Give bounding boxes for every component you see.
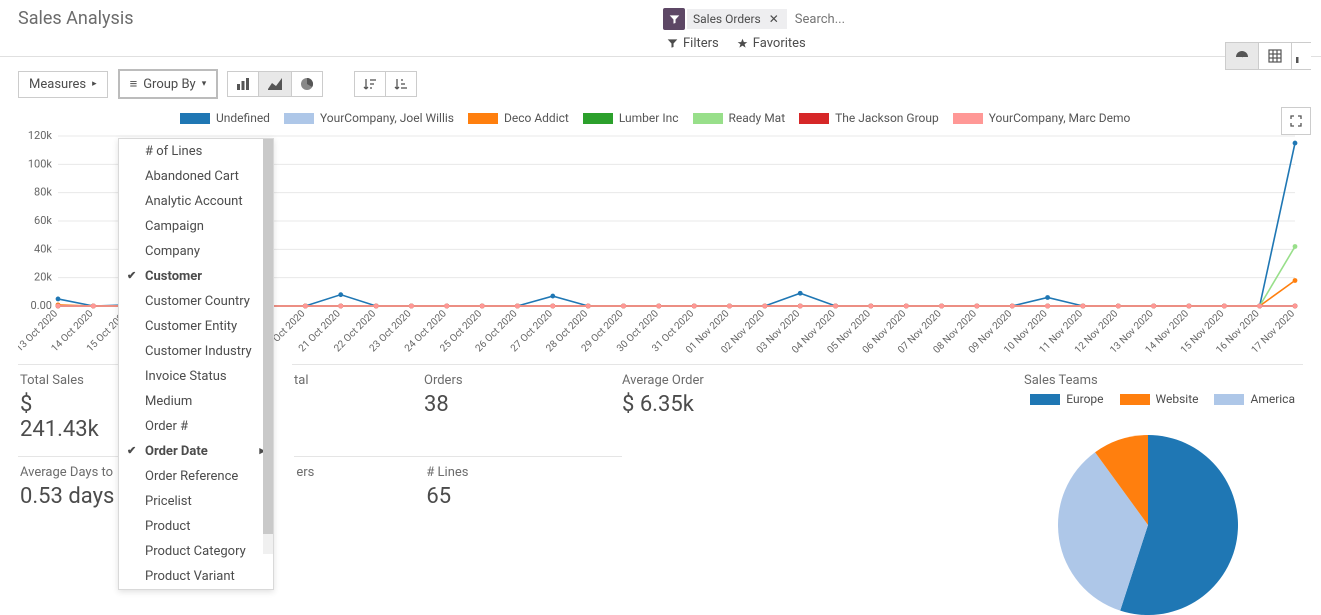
groupby-option[interactable]: Order # (119, 414, 273, 439)
svg-text:0.00: 0.00 (31, 299, 52, 312)
metric-value: 38 (424, 392, 610, 417)
legend-item[interactable]: Lumber Inc (583, 111, 679, 125)
measures-button[interactable]: Measures ▸ (18, 71, 108, 98)
groupby-option[interactable]: Analytic Account (119, 189, 273, 214)
svg-text:80k: 80k (34, 186, 52, 199)
legend-item[interactable]: YourCompany, Marc Demo (953, 111, 1131, 125)
filter-icon (663, 8, 685, 30)
groupby-option[interactable]: Abandoned Cart (119, 164, 273, 189)
sales-teams-pie (1058, 435, 1238, 615)
favorites-button[interactable]: Favorites (737, 36, 806, 51)
groupby-label: Group By (143, 77, 196, 92)
metric-value: $ 6.35k (622, 392, 1006, 417)
groupby-option[interactable]: Campaign (119, 214, 273, 239)
svg-text:20k: 20k (34, 271, 52, 284)
groupby-option[interactable]: Invoice Status (119, 364, 273, 389)
sort-desc-button[interactable] (354, 71, 386, 97)
filters-label: Filters (683, 36, 719, 51)
groupby-option[interactable]: Company (119, 239, 273, 264)
svg-text:40k: 40k (34, 242, 52, 255)
metric-total-sales: Total Sales $ 241.43k (18, 364, 122, 452)
svg-text:100k: 100k (28, 157, 53, 170)
caret-right-icon: ▸ (92, 79, 97, 89)
team-legend-item[interactable]: Europe (1030, 392, 1103, 406)
dropdown-scrollbar[interactable] (263, 139, 273, 554)
line-chart-button[interactable] (258, 71, 292, 97)
groupby-option[interactable]: Product (119, 514, 273, 539)
metric-title: Average Days to (20, 465, 114, 480)
search-facet[interactable] (663, 8, 685, 30)
metric-avg-days: Average Days to 0.53 days (18, 456, 124, 519)
bar-chart-button[interactable] (227, 71, 259, 97)
sort-asc-button[interactable] (385, 71, 417, 97)
list-icon: ≡ (130, 76, 138, 92)
metric-lines: # Lines 65 (424, 456, 622, 519)
dropdown-scrollbar-thumb[interactable] (263, 139, 273, 534)
legend-item[interactable]: YourCompany, Joel Willis (284, 111, 454, 125)
groupby-option[interactable]: Order Reference (119, 464, 273, 489)
filters-button[interactable]: Filters (667, 36, 719, 51)
chart-type-group (228, 71, 323, 97)
groupby-option[interactable]: Customer Industry (119, 339, 273, 364)
groupby-option[interactable]: Pricelist (119, 489, 273, 514)
sales-teams-title: Sales Teams (1024, 373, 1295, 388)
favorites-label: Favorites (753, 36, 806, 51)
groupby-option[interactable]: Medium (119, 389, 273, 414)
groupby-option[interactable]: # of Lines (119, 139, 273, 164)
groupby-option[interactable]: Product Category (119, 539, 273, 564)
groupby-option[interactable]: Order Date (119, 439, 273, 464)
team-legend-item[interactable]: Website (1120, 392, 1199, 406)
facet-remove-icon[interactable]: ✕ (767, 12, 781, 26)
sort-group (355, 71, 417, 97)
metric-avg-order: Average Order $ 6.35k (620, 364, 1016, 452)
chart-legend: Undefined YourCompany, Joel Willis Deco Ad… (18, 105, 1303, 131)
legend-item[interactable]: Deco Addict (468, 111, 569, 125)
groupby-dropdown: # of LinesAbandoned CartAnalytic Account… (118, 138, 274, 590)
metric-value: 0.53 days (20, 484, 114, 509)
metric-title: Orders (424, 373, 610, 388)
metric-title: ers (296, 465, 414, 480)
page-title: Sales Analysis (18, 8, 133, 29)
metric-title: # Lines (426, 465, 612, 480)
legend-item[interactable]: Ready Mat (693, 111, 786, 125)
svg-text:60k: 60k (34, 214, 52, 227)
metric-untaxed: tal (292, 364, 422, 452)
metric-title: tal (294, 373, 412, 388)
metric-title: Average Order (622, 373, 1006, 388)
groupby-option[interactable]: Product Variant (119, 564, 273, 589)
pie-chart-button[interactable] (291, 71, 323, 97)
groupby-button[interactable]: ≡ Group By ▾ (118, 69, 219, 99)
facet-text: Sales Orders (693, 12, 761, 26)
svg-text:120k: 120k (28, 131, 53, 142)
sales-teams-block: Sales Teams Europe Website America (1016, 364, 1303, 452)
groupby-option[interactable]: Customer (119, 264, 273, 289)
measures-label: Measures (29, 77, 86, 92)
search-input[interactable] (789, 9, 1089, 30)
metric-value: 65 (426, 484, 612, 509)
groupby-option[interactable]: Customer Country (119, 289, 273, 314)
metric-customers: ers (294, 456, 424, 519)
metric-value: $ 241.43k (20, 392, 112, 442)
search-facet-label: Sales Orders ✕ (687, 9, 787, 29)
caret-down-icon: ▾ (202, 79, 207, 89)
metric-title: Total Sales (20, 373, 112, 388)
search-zone: Sales Orders ✕ Filters Favorites (663, 8, 1303, 51)
legend-item[interactable]: Undefined (180, 111, 270, 125)
team-legend-item[interactable]: America (1214, 392, 1295, 406)
legend-item[interactable]: The Jackson Group (799, 111, 939, 125)
groupby-option[interactable]: Customer Entity (119, 314, 273, 339)
metric-orders: Orders 38 (422, 364, 620, 452)
